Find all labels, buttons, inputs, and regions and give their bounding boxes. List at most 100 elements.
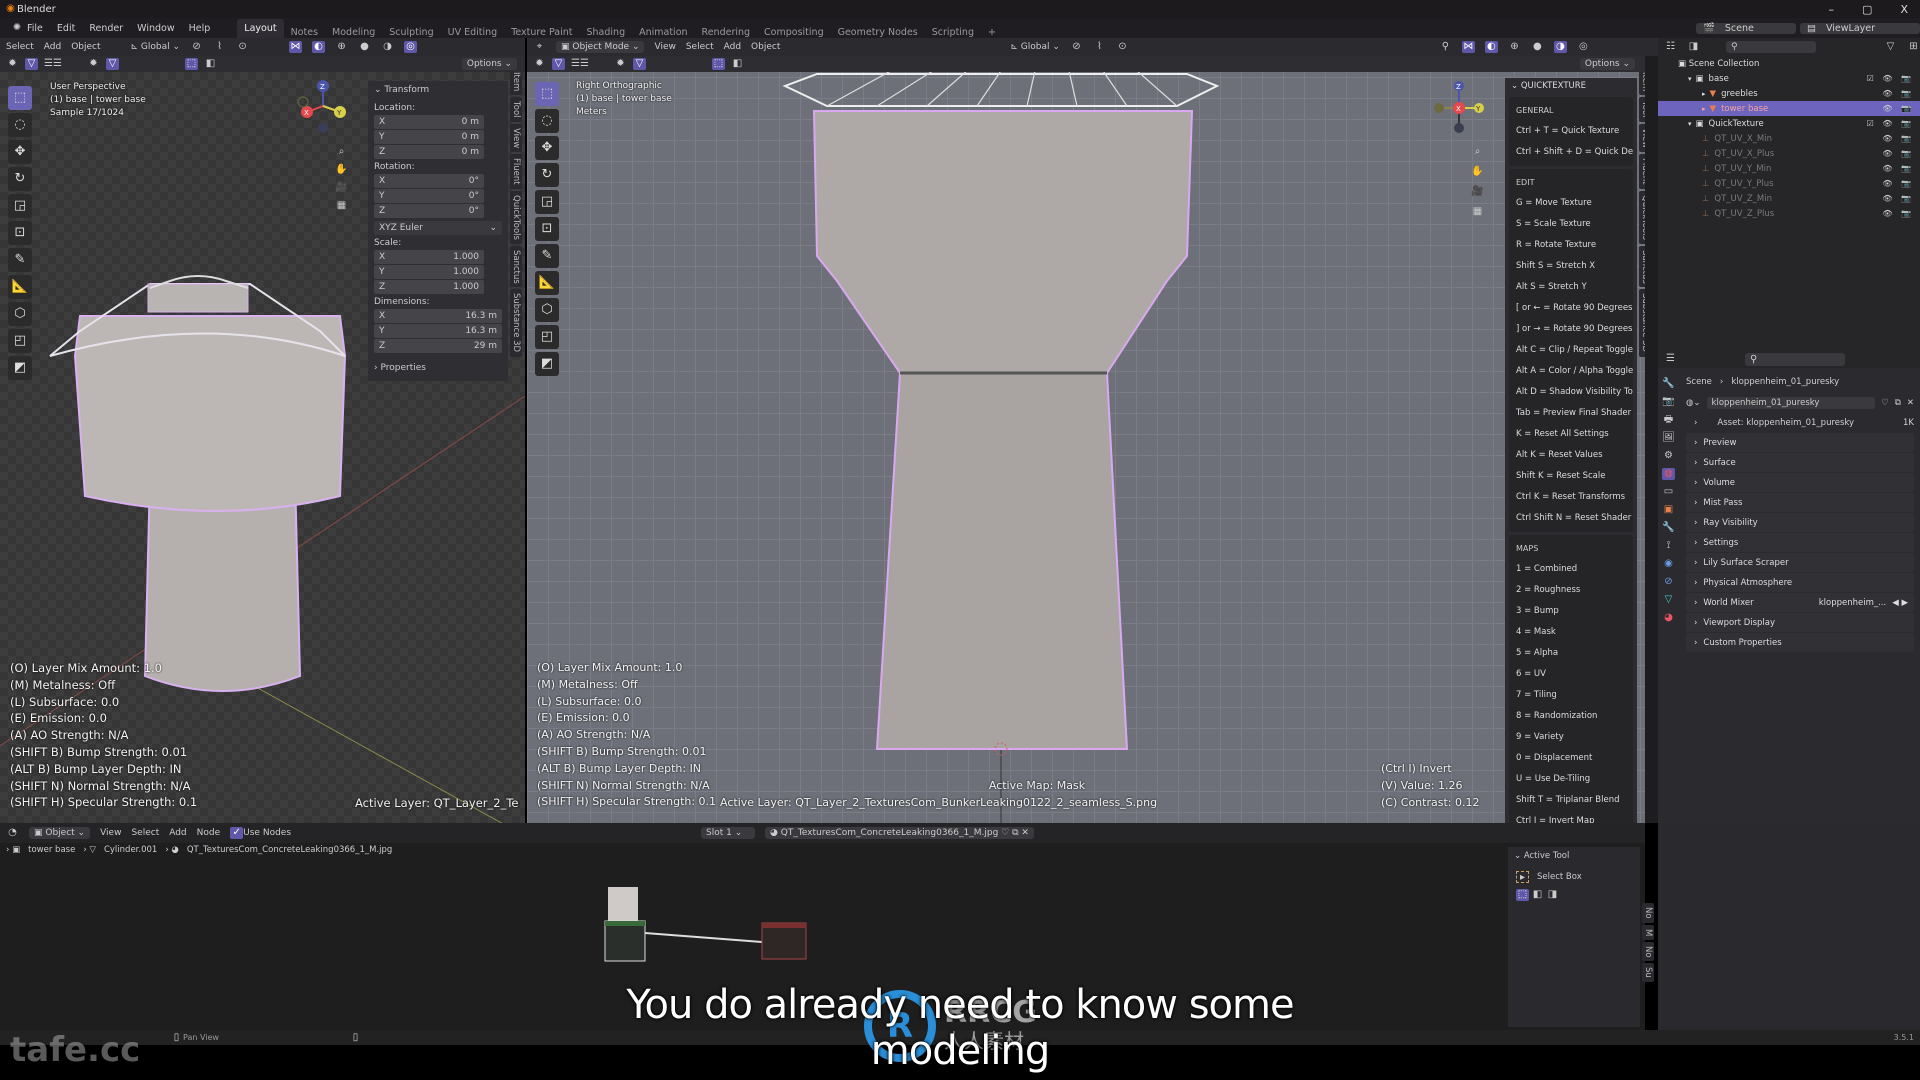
workspace-tab[interactable]: + <box>981 27 1003 38</box>
menu-file[interactable]: File <box>20 23 50 34</box>
visibility-toggles[interactable]: 👁 📷 <box>1882 179 1914 188</box>
align-icon[interactable]: ☰☰ <box>44 58 62 70</box>
outliner-item[interactable]: ▾ ▣ QuickTexture ☑ 👁 📷 <box>1658 116 1920 131</box>
shading-solid-icon[interactable]: ● <box>1531 41 1544 53</box>
add-menu[interactable]: Add <box>724 42 741 52</box>
add-cube-tool[interactable]: ⬡ <box>535 298 559 322</box>
outliner-search[interactable]: ⚲ <box>1726 41 1816 53</box>
select-mode-subtract-icon[interactable]: ◨ <box>1546 889 1559 901</box>
outliner-item[interactable]: ⊥ QT_UV_Y_Plus 👁 📷 <box>1658 176 1920 191</box>
maximize-button[interactable]: ▢ <box>1862 3 1872 16</box>
gear-icon[interactable]: ✹ <box>533 58 546 70</box>
zoom-icon[interactable]: ⌕ <box>335 146 348 158</box>
pan-hand-icon[interactable]: ✋ <box>1471 166 1484 178</box>
unlink-icon[interactable]: ✕ <box>1907 398 1914 408</box>
pivot-icon[interactable]: ⊘ <box>1070 41 1083 53</box>
mode-dropdown[interactable]: ▣ Object Mode ⌄ <box>556 41 645 53</box>
view-layer-tab-icon[interactable]: 🖼 <box>1662 432 1675 444</box>
node-menu[interactable]: Node <box>197 828 221 838</box>
material-selector[interactable]: ◕ QT_TexturesCom_ConcreteLeaking0366_1_M… <box>765 827 1034 839</box>
cursor-tool[interactable]: ◌ <box>535 109 559 133</box>
breadcrumb-mesh[interactable]: Cylinder.001 <box>104 845 157 855</box>
properties-subpanel[interactable]: › Properties <box>374 363 502 373</box>
object-tab-icon[interactable]: ▣ <box>1662 504 1675 516</box>
right-3d-viewport[interactable]: ⬚ ◌ ✥ ↻ ◲ ⊡ ✎ 📐 ⬡ ◰ ◩ Right Orthographic… <box>527 56 1645 823</box>
annotate-tool[interactable]: ✎ <box>8 248 32 272</box>
world-name-field[interactable]: kloppenheim_01_puresky <box>1706 397 1876 409</box>
collection-tab-icon[interactable]: ▭ <box>1662 486 1675 498</box>
editor-type-icon[interactable]: ◔ <box>6 827 19 839</box>
sidebar-tab-su[interactable]: Su <box>1642 963 1654 983</box>
location-x-field[interactable]: X 0 m <box>374 115 484 129</box>
scale-x-field[interactable]: X 1.000 <box>374 250 484 264</box>
tool-extra-1[interactable]: ◰ <box>8 329 32 353</box>
orientation-dropdown[interactable]: ⊾ Global ⌄ <box>1010 42 1060 52</box>
use-nodes-checkbox[interactable]: ✓ Use Nodes <box>230 827 291 839</box>
editor-type-icon[interactable]: ☰ <box>1664 353 1677 365</box>
scale-tool[interactable]: ◲ <box>8 194 32 218</box>
breadcrumb-world[interactable]: kloppenheim_01_puresky <box>1731 377 1839 387</box>
location-y-field[interactable]: Y 0 m <box>374 130 484 144</box>
dimensions-y-field[interactable]: Y 16.3 m <box>374 324 502 338</box>
move-tool[interactable]: ✥ <box>535 136 559 160</box>
sidebar-tab-substance-3d[interactable]: Substance 3D <box>510 289 522 357</box>
properties-search[interactable]: ⚲ <box>1745 352 1845 366</box>
visibility-toggles[interactable]: 👁 📷 <box>1882 164 1914 173</box>
visibility-toggles[interactable]: 👁 📷 <box>1882 209 1914 218</box>
fake-user-icon[interactable]: ♡ <box>1881 398 1889 408</box>
transform-header[interactable]: ⌄ Transform <box>374 85 502 95</box>
proportional-edit-icon[interactable]: ⊙ <box>236 41 249 53</box>
render-tab-icon[interactable]: 📷 <box>1662 396 1675 408</box>
duplicate-icon[interactable]: ⧉ <box>1895 398 1901 408</box>
xray-icon[interactable]: ◐ <box>312 41 326 53</box>
add-menu[interactable]: Add <box>169 828 186 838</box>
menu-window[interactable]: Window <box>130 23 181 34</box>
select-mode-new-icon[interactable]: ⬚ <box>1516 889 1529 901</box>
sidebar-tab-view[interactable]: View <box>510 123 522 153</box>
display-mode-icon[interactable]: ☷ <box>1664 41 1677 53</box>
location-z-field[interactable]: Z 0 m <box>374 145 484 159</box>
panel-preview[interactable]: › Preview <box>1686 433 1914 452</box>
move-tool[interactable]: ✥ <box>8 140 32 164</box>
filter-icon[interactable]: ▽ <box>552 58 565 70</box>
shading-wireframe-icon[interactable]: ⊕ <box>1508 41 1521 53</box>
sidebar-tab-fluent[interactable]: Fluent <box>510 154 522 189</box>
blender-menu-icon[interactable]: ✺ <box>6 22 21 34</box>
add-menu[interactable]: Add <box>44 42 61 52</box>
expand-arrow-icon[interactable]: ▸ <box>1702 90 1706 98</box>
select-box-tool[interactable]: ⬚ <box>8 86 32 110</box>
workspace-tab[interactable]: Texture Paint <box>504 27 579 38</box>
measure-tool[interactable]: 📐 <box>535 271 559 295</box>
close-button[interactable]: X <box>1900 3 1908 16</box>
visibility-icon[interactable]: ⚲ <box>1439 41 1452 53</box>
xray-icon[interactable]: ◐ <box>1484 41 1498 53</box>
workspace-tab[interactable]: Shading <box>580 27 633 38</box>
scene-selector[interactable]: 🎬 Scene <box>1696 22 1796 34</box>
breadcrumb-object[interactable]: tower base <box>28 845 75 855</box>
visibility-toggles[interactable]: ☑ 👁 📷 <box>1867 119 1914 128</box>
physics-tab-icon[interactable]: ◉ <box>1662 558 1675 570</box>
outliner-item[interactable]: ▾ ▣ base ☑ 👁 📷 <box>1658 71 1920 86</box>
outliner-item[interactable]: ⊥ QT_UV_Z_Plus 👁 📷 <box>1658 206 1920 221</box>
tool-tab-icon[interactable]: 🔧 <box>1662 378 1675 390</box>
shading-material-icon[interactable]: ◑ <box>1553 41 1567 53</box>
sidebar-tab-quicktools[interactable]: QuickTools <box>510 190 522 244</box>
rotation-mode-dropdown[interactable]: XYZ Euler ⌄ <box>374 221 502 235</box>
workspace-tab[interactable]: Notes <box>284 27 325 38</box>
view-filter-icon[interactable]: ◨ <box>1687 41 1700 53</box>
panel-settings[interactable]: › Settings <box>1686 533 1914 552</box>
resolution-dropdown[interactable]: 1K <box>1903 418 1914 428</box>
tool-extra-1[interactable]: ◰ <box>535 325 559 349</box>
left-3d-viewport[interactable]: ⬚ ◌ ✥ ↻ ◲ ⊡ ✎ 📐 ⬡ ◰ ◩ User Perspective (… <box>0 56 525 823</box>
view-menu[interactable]: View <box>100 828 121 838</box>
menu-help[interactable]: Help <box>182 23 218 34</box>
menu-render[interactable]: Render <box>82 23 130 34</box>
orientation-dropdown[interactable]: ⊾ Global ⌄ <box>131 42 181 52</box>
select-mode-extend-icon[interactable]: ◧ <box>1531 889 1544 901</box>
area-divider[interactable] <box>1645 56 1658 823</box>
editor-type-icon[interactable]: ⌖ <box>533 41 546 53</box>
rotation-y-field[interactable]: Y 0° <box>374 189 484 203</box>
navigation-gizmo[interactable]: Z X Y <box>295 76 355 136</box>
constraints-tab-icon[interactable]: ⊘ <box>1662 576 1675 588</box>
select-box-tool[interactable]: ⬚ <box>535 82 559 106</box>
